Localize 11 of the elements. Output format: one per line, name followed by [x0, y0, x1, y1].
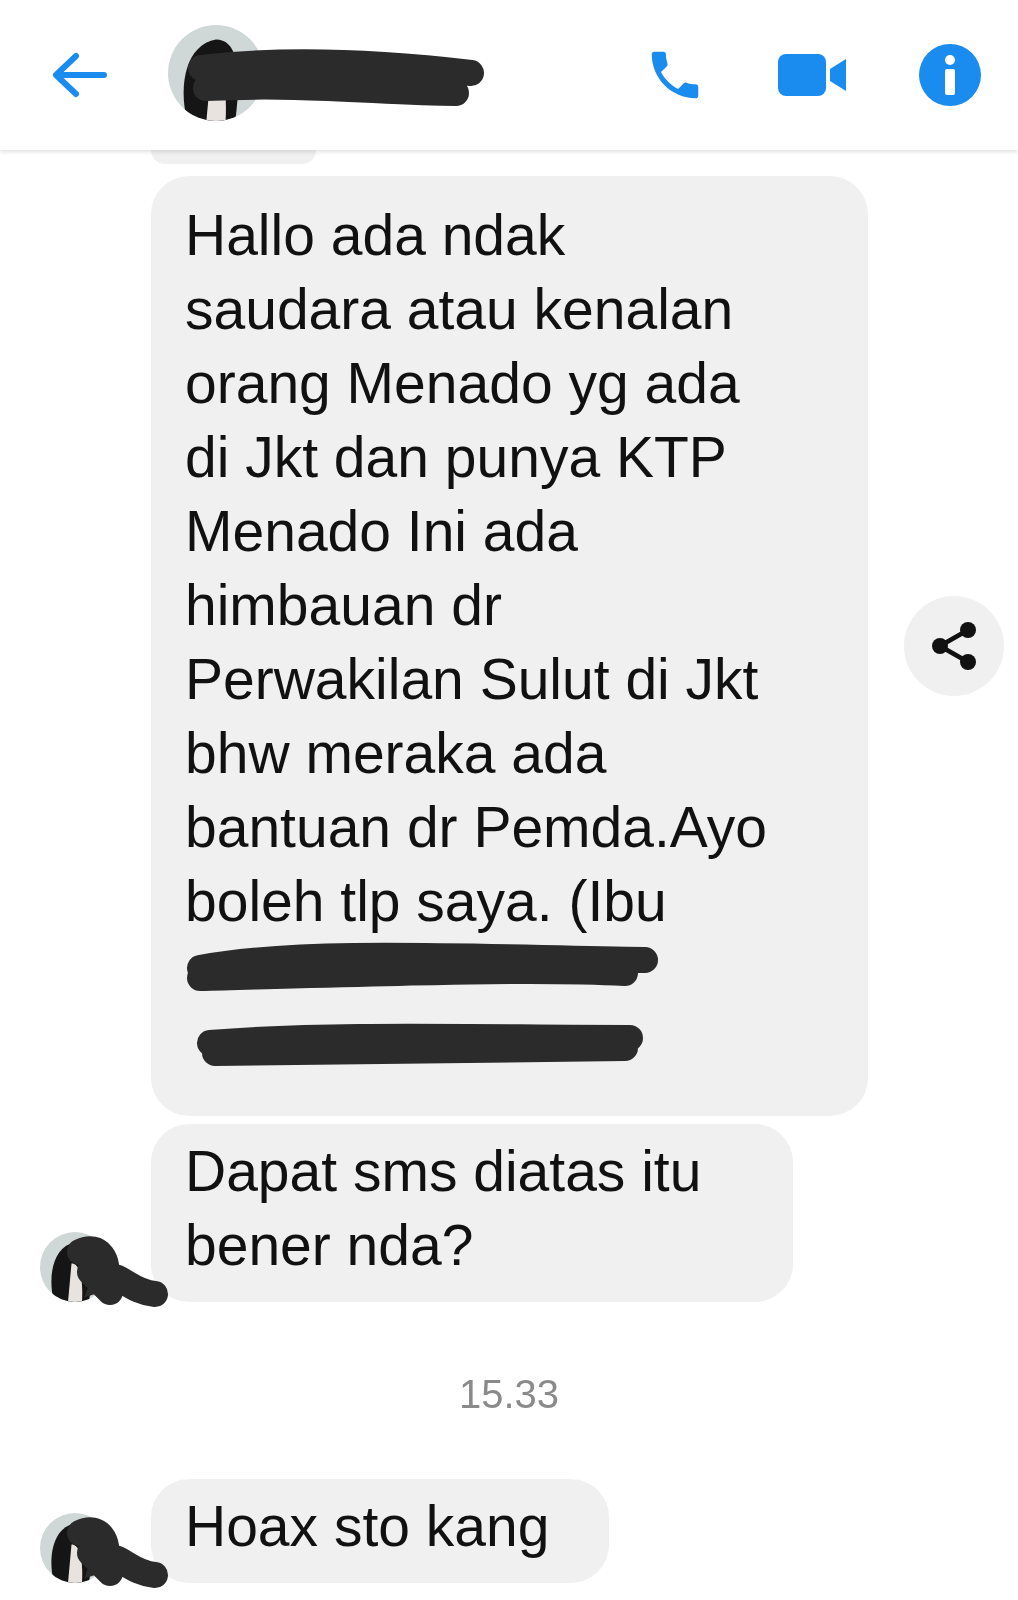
- back-arrow-icon: [50, 52, 108, 98]
- message-text: Hallo ada ndak saudara atau kenalan orang Menado yg ada di Jkt dan punya KTP Menado Ini ada himbauan dr Perwakilan Sulut di Jkt bhw meraka ada bantuan dr Pemda.Ayo boleh tlp saya. (Ibu: [185, 202, 769, 935]
- message-text: Dapat sms diatas itu bener nda?: [185, 1138, 703, 1279]
- info-button[interactable]: [918, 43, 982, 107]
- back-button[interactable]: [50, 52, 108, 98]
- info-icon: [918, 43, 982, 107]
- timestamp: 15.33: [458, 1372, 560, 1417]
- share-icon: [930, 620, 978, 672]
- video-camera-icon: [778, 52, 848, 98]
- message-text: Hoax sto kang: [185, 1493, 551, 1560]
- video-call-button[interactable]: [778, 52, 848, 98]
